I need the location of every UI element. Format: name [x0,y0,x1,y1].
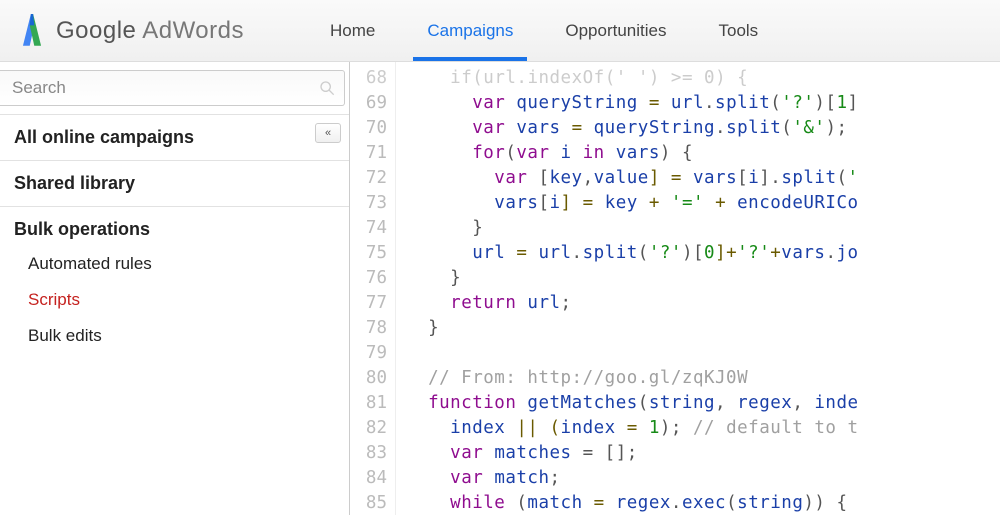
sidebar-shared-library[interactable]: Shared library [0,161,349,207]
code-content[interactable]: if(url.indexOf(' ') >= 0) { var queryStr… [396,62,1000,515]
line-number: 68 [350,66,387,91]
code-line[interactable]: url = url.split('?')[0]+'?'+vars.jo [406,241,1000,266]
sidebar-collapse-button[interactable]: « [315,123,341,143]
line-number: 78 [350,316,387,341]
adwords-logo-icon [18,14,46,48]
line-number: 75 [350,241,387,266]
line-number: 84 [350,466,387,491]
code-line[interactable]: for(var i in vars) { [406,141,1000,166]
line-number: 72 [350,166,387,191]
nav-item-opportunities[interactable]: Opportunities [539,0,692,61]
nav-item-home[interactable]: Home [304,0,401,61]
code-line[interactable] [406,341,1000,366]
code-editor[interactable]: 686970717273747576777879808182838485 if(… [350,62,1000,515]
sidebar-all-campaigns-label: All online campaigns [14,127,335,148]
code-line[interactable]: index || (index = 1); // default to t [406,416,1000,441]
sidebar-shared-library-label: Shared library [14,173,335,194]
line-number: 80 [350,366,387,391]
search-icon [319,80,335,96]
sidebar-bulk-operations: Bulk operations Automated rulesScriptsBu… [0,207,349,366]
code-line[interactable]: var match; [406,466,1000,491]
code-line[interactable]: var matches = []; [406,441,1000,466]
sidebar-item-bulk-edits[interactable]: Bulk edits [28,318,335,354]
brand-logo: Google AdWords [18,14,244,48]
code-line[interactable]: var vars = queryString.split('&'); [406,116,1000,141]
search-wrap [0,62,349,115]
line-number: 73 [350,191,387,216]
sidebar: All online campaigns « Shared library Bu… [0,62,350,515]
search-input[interactable] [0,70,345,106]
code-line[interactable]: } [406,216,1000,241]
nav-item-campaigns[interactable]: Campaigns [401,0,539,61]
code-line[interactable]: return url; [406,291,1000,316]
code-line[interactable]: var [key,value] = vars[i].split(' [406,166,1000,191]
code-line[interactable]: while (match = regex.exec(string)) { [406,491,1000,515]
code-line[interactable]: // From: http://goo.gl/zqKJ0W [406,366,1000,391]
code-line[interactable]: if(url.indexOf(' ') >= 0) { [406,66,1000,91]
nav-item-tools[interactable]: Tools [692,0,784,61]
sidebar-bulk-ops-title: Bulk operations [14,219,335,240]
top-nav: HomeCampaignsOpportunitiesTools [304,0,784,61]
line-number: 83 [350,441,387,466]
sidebar-all-campaigns[interactable]: All online campaigns « [0,115,349,161]
line-number-gutter: 686970717273747576777879808182838485 [350,62,396,515]
line-number: 77 [350,291,387,316]
code-line[interactable]: function getMatches(string, regex, inde [406,391,1000,416]
line-number: 76 [350,266,387,291]
line-number: 85 [350,491,387,515]
line-number: 82 [350,416,387,441]
top-header: Google AdWords HomeCampaignsOpportunitie… [0,0,1000,62]
sidebar-item-automated-rules[interactable]: Automated rules [28,246,335,282]
sidebar-item-scripts[interactable]: Scripts [28,282,335,318]
line-number: 81 [350,391,387,416]
code-line[interactable]: } [406,316,1000,341]
line-number: 71 [350,141,387,166]
line-number: 79 [350,341,387,366]
code-line[interactable]: vars[i] = key + '=' + encodeURICo [406,191,1000,216]
brand-text: Google AdWords [56,17,244,45]
line-number: 70 [350,116,387,141]
code-line[interactable]: var queryString = url.split('?')[1] [406,91,1000,116]
line-number: 74 [350,216,387,241]
line-number: 69 [350,91,387,116]
code-line[interactable]: } [406,266,1000,291]
